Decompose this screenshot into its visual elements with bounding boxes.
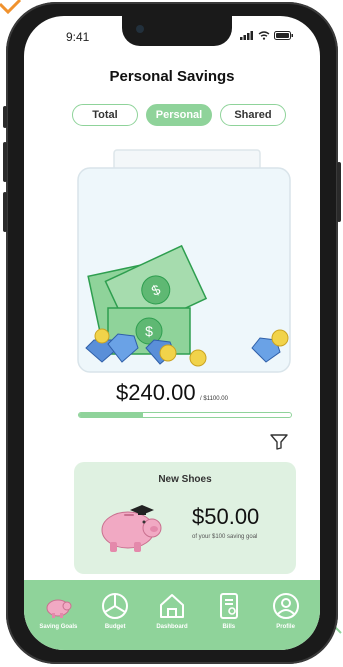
battery-icon	[274, 31, 293, 40]
corner-decoration	[0, 0, 22, 14]
tab-personal[interactable]: Personal	[146, 104, 212, 126]
nav-label: Bills	[222, 624, 236, 630]
signal-icon	[240, 31, 253, 40]
savings-progress-bar	[78, 412, 292, 418]
phone-frame: 9:41 Personal Savings Total Personal Sha…	[3, 2, 341, 664]
goal-card-amount: $50.00	[192, 504, 260, 529]
filter-icon[interactable]	[270, 434, 288, 450]
phone-side-button	[3, 106, 7, 128]
tab-bar: Total Personal Shared	[72, 104, 286, 126]
phone-side-button	[337, 162, 341, 222]
home-icon	[159, 594, 184, 618]
nav-item-bills[interactable]: Bills	[205, 592, 253, 650]
current-amount: $240.00	[116, 380, 196, 405]
nav-item-dashboard[interactable]: Dashboard	[148, 592, 196, 650]
tab-total[interactable]: Total	[72, 104, 138, 126]
profile-icon	[272, 593, 299, 619]
nav-item-saving-goals[interactable]: Saving Goals	[34, 592, 82, 650]
piggy-bank-icon	[46, 599, 72, 618]
goal-card-subtitle: of your $100 saving goal	[192, 534, 258, 540]
corner-decoration	[335, 627, 342, 634]
piggy-bank-graduation-illustration	[101, 505, 162, 552]
wifi-icon	[258, 31, 270, 40]
svg-text:$: $	[145, 323, 153, 339]
nav-label: Profile	[276, 624, 295, 630]
status-time: 9:41	[66, 30, 90, 44]
phone-side-button	[3, 192, 7, 232]
tab-shared[interactable]: Shared	[220, 104, 286, 126]
nav-item-profile[interactable]: Profile	[262, 592, 310, 650]
nav-label: Saving Goals	[39, 624, 78, 630]
goal-amount: / $1100.00	[200, 396, 228, 402]
nav-label: Budget	[104, 624, 126, 630]
nav-item-budget[interactable]: Budget	[91, 592, 139, 650]
savings-jar-illustration: $ $ $	[77, 149, 291, 373]
camera	[136, 25, 144, 33]
bottom-navigation: Saving Goals Budget Dashboard Bills Prof…	[24, 580, 320, 650]
goal-card-new-shoes[interactable]: New Shoes $50.00 of your $100 saving goa…	[74, 462, 296, 574]
page-title: Personal Savings	[109, 68, 235, 85]
progress-fill	[79, 413, 143, 417]
notch	[122, 16, 232, 46]
app-screen: 9:41 Personal Savings Total Personal Sha…	[24, 16, 320, 650]
goal-title: New Shoes	[158, 474, 212, 485]
bill-icon	[219, 593, 238, 619]
status-icons	[240, 31, 294, 40]
phone-side-button	[3, 142, 7, 182]
savings-amount: $240.00 / $1100.00	[24, 380, 320, 406]
pie-chart-icon	[102, 593, 129, 619]
nav-label: Dashboard	[156, 624, 188, 630]
